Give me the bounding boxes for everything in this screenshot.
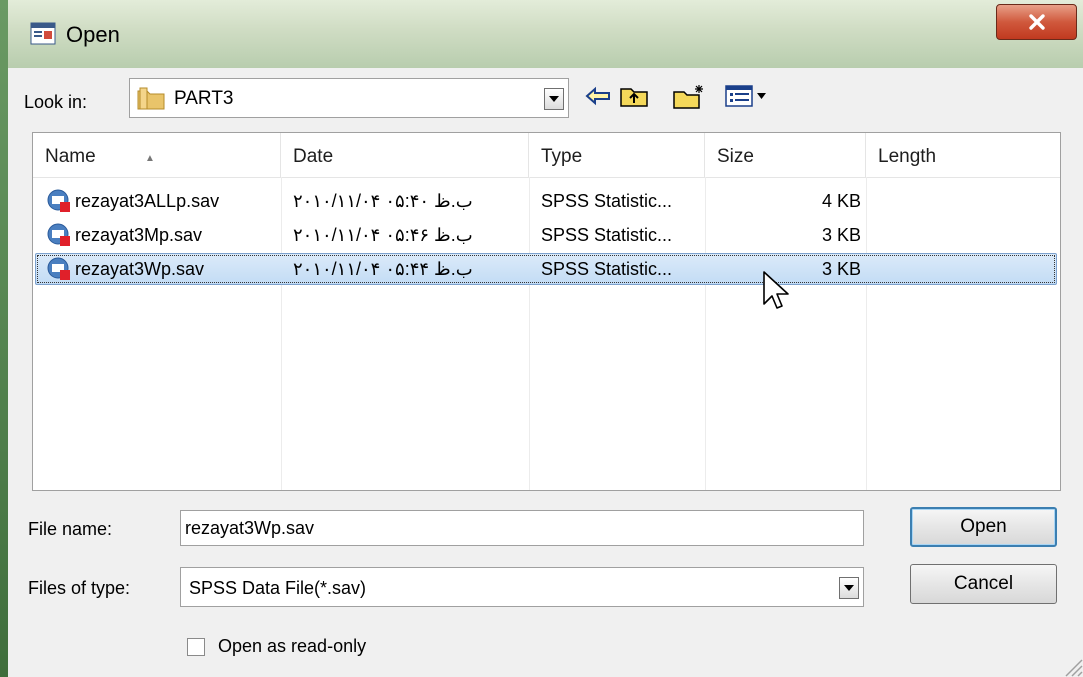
column-header-type[interactable]: Type <box>529 133 705 177</box>
open-button[interactable]: Open <box>910 507 1057 547</box>
file-size: 4 KB <box>821 191 861 211</box>
look-in-dropdown-button[interactable] <box>544 88 564 110</box>
new-folder-icon[interactable] <box>672 84 706 110</box>
read-only-checkbox[interactable] <box>187 638 205 656</box>
window-title: Open <box>66 22 120 47</box>
file-date: ۲۰۱۰/۱۱/۰۴ ب.ظ ۰۵:۴۴ <box>293 259 473 279</box>
spss-file-icon <box>47 223 70 246</box>
list-header: Name ▲ Date Type Size Length <box>33 133 1060 178</box>
file-type: SPSS Statistic... <box>541 191 673 211</box>
file-name: rezayat3ALLp.sav <box>75 191 220 211</box>
file-type-value: SPSS Data File(*.sav) <box>189 578 367 598</box>
close-button[interactable] <box>996 4 1077 40</box>
close-icon <box>1028 14 1045 30</box>
read-only-label: Open as read-only <box>218 636 367 656</box>
file-name-input[interactable] <box>180 510 864 546</box>
resize-grip-icon[interactable] <box>1061 655 1083 677</box>
column-header-name[interactable]: Name ▲ <box>33 133 281 177</box>
spss-app-icon <box>30 22 56 45</box>
chevron-down-icon <box>549 96 559 102</box>
file-date: ۲۰۱۰/۱۱/۰۴ ب.ظ ۰۵:۴۶ <box>293 225 473 245</box>
mouse-cursor-icon <box>763 271 789 309</box>
file-date: ۲۰۱۰/۱۱/۰۴ ب.ظ ۰۵:۴۰ <box>293 191 473 211</box>
look-in-label: Look in: <box>24 92 88 112</box>
file-list[interactable]: Name ▲ Date Type Size Length rezayat3ALL… <box>32 132 1061 491</box>
view-menu-icon[interactable] <box>725 84 769 110</box>
folder-icon <box>137 87 165 110</box>
up-folder-icon[interactable] <box>619 84 649 108</box>
file-size: 3 KB <box>821 259 861 279</box>
file-type: SPSS Statistic... <box>541 259 673 279</box>
title-bar[interactable]: Open <box>8 0 1083 68</box>
file-name-label: File name: <box>28 519 113 539</box>
chevron-down-icon <box>844 585 854 591</box>
file-row-selected[interactable]: rezayat3Wp.sav ۲۰۱۰/۱۱/۰۴ ب.ظ ۰۵:۴۴ SPSS… <box>33 253 1060 285</box>
file-type-dropdown-button[interactable] <box>839 577 859 599</box>
spss-file-icon <box>47 257 70 280</box>
column-header-date[interactable]: Date <box>281 133 529 177</box>
file-name: rezayat3Wp.sav <box>75 259 205 279</box>
spss-file-icon <box>47 189 70 212</box>
look-in-value: PART3 <box>174 88 234 109</box>
column-header-size[interactable]: Size <box>705 133 866 177</box>
desktop-edge <box>0 0 8 677</box>
file-type-label: Files of type: <box>28 578 131 598</box>
cancel-button[interactable]: Cancel <box>910 564 1057 604</box>
column-header-length[interactable]: Length <box>866 133 1060 177</box>
file-name: rezayat3Mp.sav <box>75 225 203 245</box>
back-arrow-icon[interactable] <box>583 84 613 108</box>
look-in-combobox[interactable]: PART3 <box>129 78 569 118</box>
file-size: 3 KB <box>821 225 861 245</box>
file-type: SPSS Statistic... <box>541 225 673 245</box>
file-row[interactable]: rezayat3ALLp.sav ۲۰۱۰/۱۱/۰۴ ب.ظ ۰۵:۴۰ SP… <box>33 185 1060 217</box>
sort-arrow-icon: ▲ <box>145 153 155 164</box>
file-row[interactable]: rezayat3Mp.sav ۲۰۱۰/۱۱/۰۴ ب.ظ ۰۵:۴۶ SPSS… <box>33 219 1060 251</box>
file-type-select[interactable]: SPSS Data File(*.sav) <box>180 567 864 607</box>
